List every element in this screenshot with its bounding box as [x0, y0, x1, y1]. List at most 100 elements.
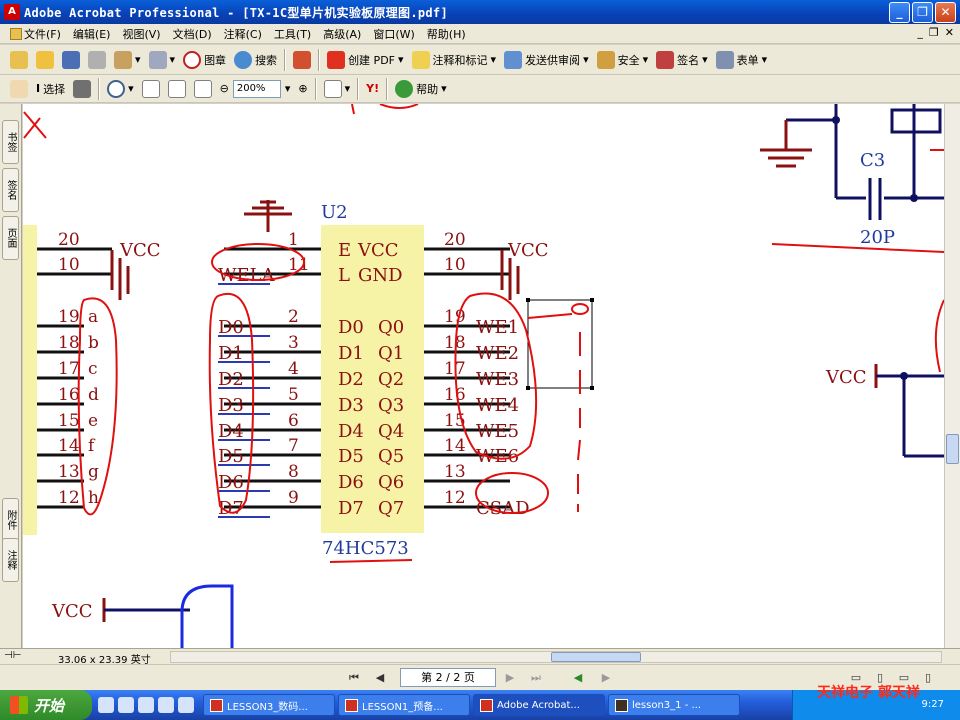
selection-handle[interactable]: [526, 386, 530, 390]
go-back-button[interactable]: ◀: [568, 669, 588, 687]
first-page-button[interactable]: ⏮: [344, 669, 364, 687]
quick-launch: [92, 697, 200, 713]
menu-edit[interactable]: 编辑(E): [67, 26, 117, 42]
vertical-scroll-thumb[interactable]: [946, 434, 959, 464]
menu-view[interactable]: 视图(V): [116, 26, 166, 42]
menu-comments[interactable]: 注释(C): [218, 26, 268, 42]
snapshot-button[interactable]: [69, 77, 95, 101]
net-label-left: D6: [218, 472, 244, 493]
comment-markup-button[interactable]: 注释和标记 ▾: [408, 48, 501, 72]
go-forward-button[interactable]: ▶: [596, 669, 616, 687]
taskbar-item-lesson3[interactable]: LESSON3_数码...: [203, 694, 335, 716]
last-page-button[interactable]: ⏭: [526, 669, 546, 687]
doc-close-button[interactable]: ✕: [945, 26, 954, 39]
print-button[interactable]: [84, 48, 110, 72]
panel-toggle-icon[interactable]: ⊣⊢: [4, 650, 21, 661]
create-button[interactable]: [6, 48, 32, 72]
document-view[interactable]: U2 74HC573 E 1 L 11 D0 2 D1 3 D2 4 D3 5 D4 6 D5 7 D6 8 D7 9…: [23, 104, 944, 648]
menu-file[interactable]: 文件(F): [4, 26, 67, 42]
quick-launch-icon[interactable]: [98, 697, 114, 713]
actual-size-button[interactable]: [138, 77, 164, 101]
tab-comments[interactable]: 注释: [2, 538, 19, 582]
horizontal-scroll-thumb[interactable]: [551, 652, 641, 662]
tab-bookmarks[interactable]: 书签: [2, 120, 19, 164]
tab-signatures[interactable]: 签名: [2, 168, 19, 212]
organizer-icon: [114, 50, 132, 69]
attach-button[interactable]: ▾: [145, 48, 180, 72]
fit-width-button[interactable]: [190, 77, 216, 101]
junction-1: [832, 116, 840, 124]
maximize-button[interactable]: ❐: [912, 2, 933, 23]
save-button[interactable]: [58, 48, 84, 72]
quick-launch-icon[interactable]: [138, 697, 154, 713]
zoom-level-field[interactable]: 200%: [232, 79, 281, 98]
fit-page-icon: [167, 79, 186, 98]
yahoo-button[interactable]: Y!: [362, 77, 383, 101]
chip-pin-number: 10: [444, 255, 466, 275]
selection-handle[interactable]: [590, 386, 594, 390]
forms-button[interactable]: 表单 ▾: [712, 48, 772, 72]
next-page-button[interactable]: ▶: [500, 669, 520, 687]
chip-pin-label: Q2: [378, 369, 404, 390]
acrobat-app-icon[interactable]: A: [4, 4, 20, 20]
taskbar-item-acrobat[interactable]: Adobe Acrobat...: [473, 694, 605, 716]
vertical-scrollbar[interactable]: [944, 104, 960, 648]
quick-launch-icon[interactable]: [178, 697, 194, 713]
doc-minimize-button[interactable]: _: [917, 26, 923, 39]
vcc-label-right: VCC: [507, 240, 549, 261]
search-button[interactable]: 搜索: [230, 48, 281, 72]
menu-tools[interactable]: 工具(T): [268, 26, 317, 42]
close-button[interactable]: ✕: [935, 2, 956, 23]
plus-icon: ⊕: [298, 82, 308, 95]
organizer-button[interactable]: ▾: [110, 48, 145, 72]
pdf-tool-button[interactable]: [289, 48, 315, 72]
stamp-icon: [183, 50, 202, 69]
zoom-out-button[interactable]: ⊖: [216, 77, 233, 101]
create-pdf-button[interactable]: 创建 PDF ▾: [323, 48, 407, 72]
zoom-dropdown[interactable]: ▾: [281, 77, 295, 101]
taskbar-item-lesson1[interactable]: LESSON1_预备...: [338, 694, 470, 716]
zoom-in-button[interactable]: ⊕: [294, 77, 311, 101]
quick-launch-icon[interactable]: [158, 697, 174, 713]
menu-document[interactable]: 文档(D): [167, 26, 218, 42]
continuous-facing-icon[interactable]: ▯: [918, 669, 938, 687]
menu-advanced[interactable]: 高级(A): [317, 26, 367, 42]
page-icon: [141, 79, 160, 98]
tab-pages[interactable]: 页面: [2, 216, 19, 260]
horizontal-scrollbar[interactable]: [170, 651, 942, 663]
net-label-left: D2: [218, 369, 244, 390]
doc-restore-button[interactable]: ❐: [929, 26, 939, 39]
rotate-button[interactable]: ▾: [320, 77, 355, 101]
minimize-button[interactable]: _: [889, 2, 910, 23]
selection-handle[interactable]: [590, 298, 594, 302]
stamp-button[interactable]: 图章: [179, 48, 230, 72]
comment-icon: [411, 50, 430, 69]
taskbar-item-lesson3-1[interactable]: lesson3_1 - ...: [608, 694, 740, 716]
sign-button[interactable]: 签名 ▾: [652, 48, 712, 72]
tab-attachments[interactable]: 附件: [2, 498, 19, 542]
chip-pin-label: Q7: [378, 498, 404, 519]
zoom-tool-button[interactable]: ▾: [103, 77, 138, 101]
page-number-field[interactable]: 第 2 / 2 页: [400, 668, 496, 687]
far-left-pin-number: 13: [58, 462, 80, 482]
quick-launch-icon[interactable]: [118, 697, 134, 713]
far-left-pin-name: e: [88, 411, 98, 431]
fit-page-button[interactable]: [164, 77, 190, 101]
send-review-button[interactable]: 发送供审阅 ▾: [500, 48, 593, 72]
select-tool-button[interactable]: I 选择: [32, 77, 69, 101]
paperclip-icon: [148, 50, 167, 69]
menu-help[interactable]: 帮助(H): [421, 26, 472, 42]
save-icon: [62, 50, 80, 69]
start-button[interactable]: 开始: [0, 690, 92, 720]
previous-page-button[interactable]: ◀: [370, 669, 390, 687]
menu-window[interactable]: 窗口(W): [367, 26, 420, 42]
security-button[interactable]: 安全 ▾: [593, 48, 653, 72]
selection-handle[interactable]: [526, 298, 530, 302]
schematic-drawing: U2 74HC573 E 1 L 11 D0 2 D1 3 D2 4 D3 5 D4 6 D5 7 D6 8 D7 9…: [23, 104, 944, 648]
open-button[interactable]: [32, 48, 58, 72]
create-icon: [10, 50, 28, 69]
chip-pin-number: 6: [288, 411, 299, 431]
far-left-pin-number: 17: [58, 359, 80, 379]
hand-tool-button[interactable]: [6, 77, 32, 101]
help-button[interactable]: 帮助 ▾: [391, 77, 451, 101]
